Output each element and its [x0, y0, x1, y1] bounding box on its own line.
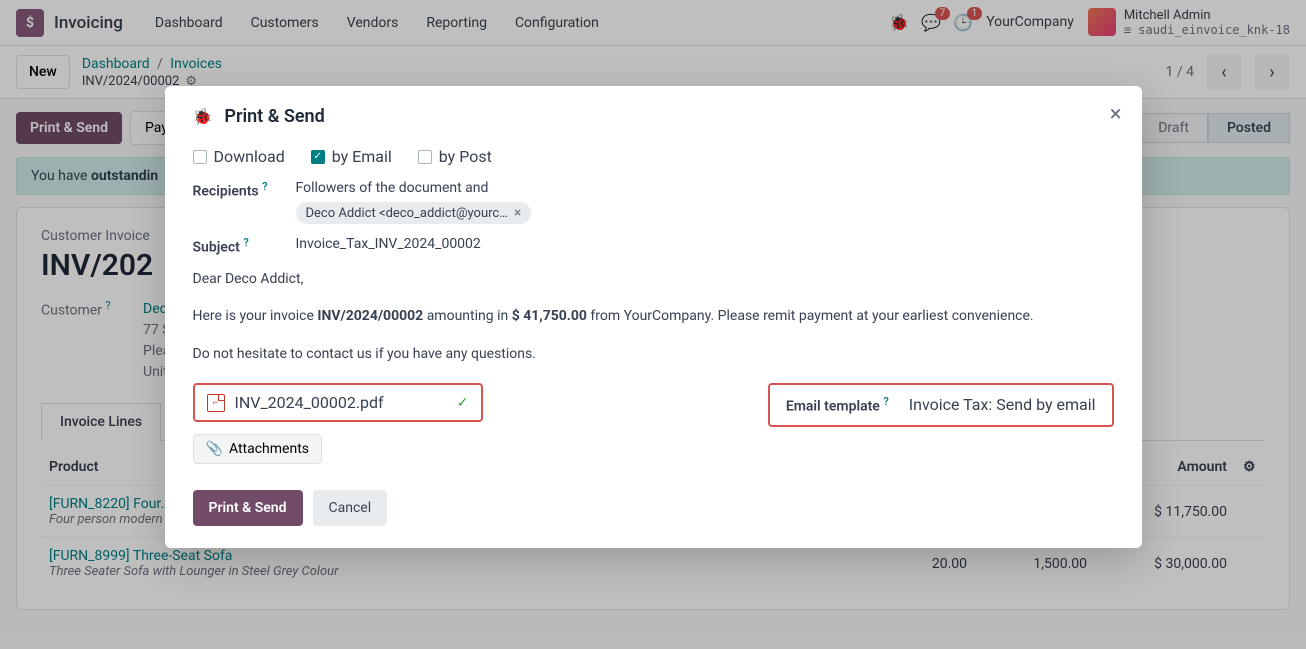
email-template-field[interactable]: Email template ? Invoice Tax: Send by em…: [768, 383, 1114, 427]
bug-icon[interactable]: 🐞: [193, 107, 213, 126]
download-option[interactable]: Download: [193, 147, 285, 166]
attachment-name: INV_2024_00002.pdf: [235, 393, 384, 412]
pdf-icon: ⌐: [207, 394, 225, 412]
email-option[interactable]: ✓ by Email: [311, 147, 392, 166]
email-body[interactable]: Dear Deco Addict, Here is your invoice I…: [193, 268, 1114, 367]
close-icon[interactable]: ×: [1110, 102, 1122, 127]
attachments-button[interactable]: 📎 Attachments: [193, 434, 323, 464]
modal-print-send-button[interactable]: Print & Send: [193, 490, 303, 526]
send-options: Download ✓ by Email by Post: [193, 147, 1114, 166]
subject-label: Subject ?: [193, 236, 288, 256]
post-option[interactable]: by Post: [418, 147, 492, 166]
email-checkbox[interactable]: ✓: [311, 150, 325, 164]
recipients-label: Recipients ?: [193, 180, 288, 200]
print-send-dialog: 🐞 Print & Send × Download ✓ by Email by …: [165, 86, 1142, 548]
post-checkbox[interactable]: [418, 150, 432, 164]
modal-cancel-button[interactable]: Cancel: [313, 490, 388, 526]
attachment-file[interactable]: ⌐ INV_2024_00002.pdf ✓: [193, 383, 483, 422]
remove-recipient-icon[interactable]: ×: [514, 205, 521, 221]
paperclip-icon: 📎: [206, 441, 223, 457]
download-checkbox[interactable]: [193, 150, 207, 164]
modal-overlay: 🐞 Print & Send × Download ✓ by Email by …: [0, 0, 1306, 649]
modal-title: Print & Send: [224, 106, 324, 127]
check-icon: ✓: [457, 395, 469, 411]
email-template-value: Invoice Tax: Send by email: [909, 395, 1096, 414]
recipient-tag[interactable]: Deco Addict <deco_addict@yourc… ×: [296, 202, 532, 224]
subject-input[interactable]: Invoice_Tax_INV_2024_00002: [296, 236, 1114, 252]
